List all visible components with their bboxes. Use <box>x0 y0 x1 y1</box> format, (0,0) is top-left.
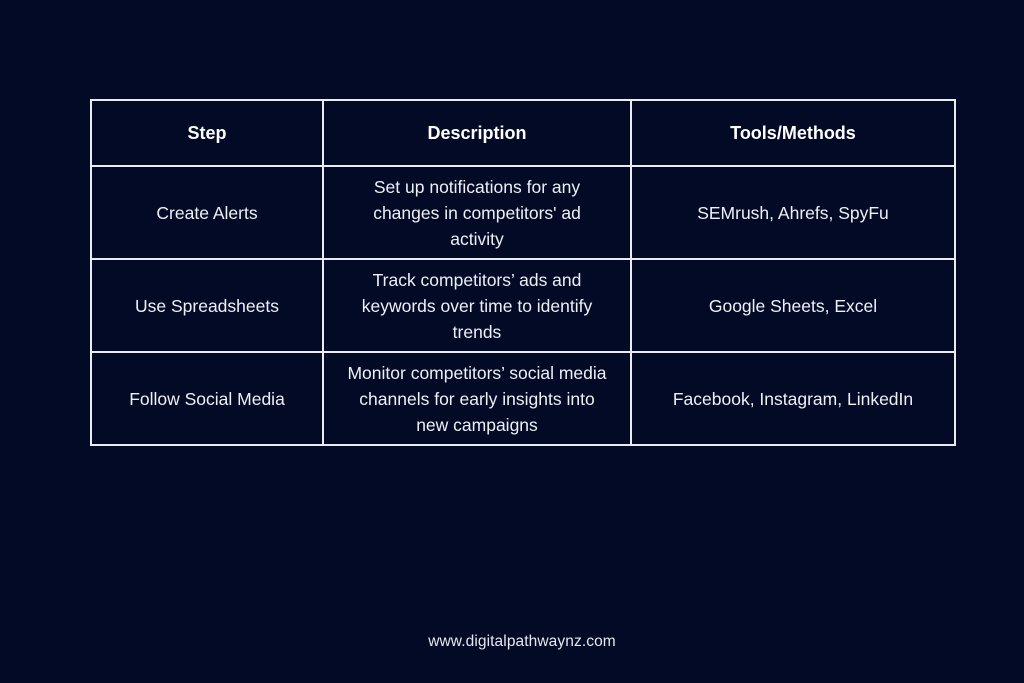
header-tools-methods: Tools/Methods <box>630 99 956 167</box>
cell-description: Set up notifications for any changes in … <box>322 165 632 260</box>
cell-description: Track competitors’ ads and keywords over… <box>322 258 632 353</box>
cell-step: Follow Social Media <box>90 351 324 446</box>
table-row: Create Alerts Set up notifications for a… <box>90 165 956 260</box>
website-url: www.digitalpathwaynz.com <box>428 633 616 650</box>
cell-description: Monitor competitors’ social media channe… <box>322 351 632 446</box>
cell-tools: Facebook, Instagram, LinkedIn <box>630 351 956 446</box>
header-step: Step <box>90 99 324 167</box>
header-description: Description <box>322 99 632 167</box>
cell-tools: SEMrush, Ahrefs, SpyFu <box>630 165 956 260</box>
table-row: Follow Social Media Monitor competitors’… <box>90 351 956 446</box>
cell-tools: Google Sheets, Excel <box>630 258 956 353</box>
table-header-row: Step Description Tools/Methods <box>90 99 956 167</box>
cell-step: Use Spreadsheets <box>90 258 324 353</box>
competitor-monitoring-table: Step Description Tools/Methods Create Al… <box>90 99 956 446</box>
competitor-monitoring-table-container: Step Description Tools/Methods Create Al… <box>90 99 956 446</box>
cell-step: Create Alerts <box>90 165 324 260</box>
table-row: Use Spreadsheets Track competitors’ ads … <box>90 258 956 353</box>
